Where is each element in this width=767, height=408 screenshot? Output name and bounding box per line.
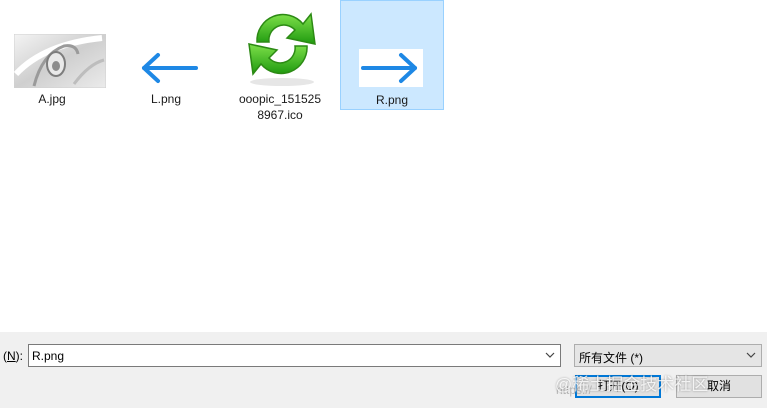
right-arrow-icon	[359, 49, 423, 87]
filetype-select[interactable]: 所有文件 (*)	[574, 344, 762, 367]
file-name: L.png	[150, 92, 182, 106]
file-name-line-2: 8967.ico	[257, 108, 303, 122]
chevron-down-icon	[746, 352, 756, 358]
filename-label: (N):	[3, 349, 24, 363]
file-item-l-png[interactable]: L.png	[114, 0, 218, 110]
file-name-line-1: ooopic_151525	[238, 92, 322, 106]
file-list-pane[interactable]: A.jpg L.png ooopic_151525 8967.ico R.png	[0, 0, 767, 332]
watermark: @稀土掘金技术社区	[555, 375, 709, 394]
file-item-ooopic-ico[interactable]: ooopic_151525 8967.ico	[228, 0, 332, 122]
filetype-value: 所有文件 (*)	[579, 351, 643, 365]
filename-input[interactable]	[32, 348, 532, 364]
file-item-r-png[interactable]: R.png	[340, 0, 444, 110]
chevron-down-icon[interactable]	[542, 346, 558, 365]
left-arrow-icon	[136, 49, 200, 87]
filename-combo[interactable]	[28, 344, 561, 367]
file-name: R.png	[375, 93, 409, 107]
image-thumbnail-icon	[14, 34, 106, 88]
green-refresh-icon	[248, 12, 316, 86]
file-name: A.jpg	[38, 92, 66, 106]
file-item-a-jpg[interactable]: A.jpg	[0, 0, 106, 110]
